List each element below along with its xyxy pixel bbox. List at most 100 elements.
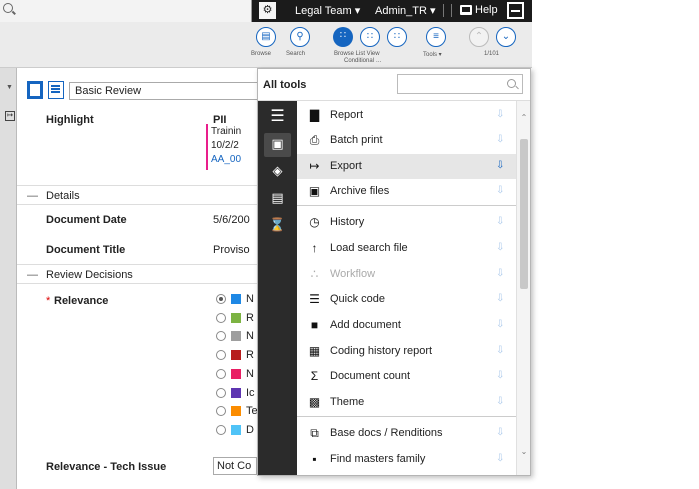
pin-icon[interactable]: ⇩ [496,369,504,382]
review-decisions-section-header[interactable]: — Review Decisions [17,264,257,284]
pin-icon[interactable]: ⇩ [496,159,504,172]
tool-item-document-count[interactable]: Σ Document count ⇩ [297,364,516,389]
highlight-label: Highlight [46,114,94,126]
group-menu[interactable]: Legal Team ▾ [295,4,360,17]
form-edit-icon[interactable] [48,81,64,99]
tool-item-archive-files[interactable]: ▣ Archive files ⇩ [297,179,516,204]
pii-label: PII [213,114,227,126]
relevance-color-swatch [231,294,241,304]
tool-item-load-search-file[interactable]: ↑ Load search file ⇩ [297,236,516,261]
left-gutter: ▼ ↦ [0,68,17,489]
next-button[interactable]: ⌄ [496,27,516,47]
scroll-down-icon[interactable]: ⌄ [519,447,529,457]
app-window: ⚙ Legal Team ▾ Admin_TR ▾ Help ▤ Browse … [0,0,699,489]
document-icon[interactable]: ▤ [264,187,291,211]
divider [451,4,452,17]
relevance-option-label: N [246,367,254,380]
relevance-radio[interactable] [216,312,226,323]
tool-label: Quick code [330,293,386,305]
pin-icon[interactable]: ⇩ [496,215,504,228]
tool-item-workflow[interactable]: ∴ Workflow ⇩ [297,262,516,287]
tool-label: Find masters family [330,453,426,465]
tools-label[interactable]: Tools ▾ [423,51,442,58]
coding-form-select[interactable]: Basic Review [69,82,259,100]
panel-toggle-button[interactable] [507,2,524,19]
form-view-icon[interactable] [27,81,43,99]
tool-item-add-document[interactable]: ■ Add document ⇩ [297,313,516,338]
tools-button[interactable]: ≡ [426,27,446,47]
global-search-input[interactable] [0,0,252,22]
details-section-label: Details [46,190,80,202]
pin-icon[interactable]: ⇩ [496,426,504,439]
relevance-radio[interactable] [216,368,226,379]
pii-line: Trainin [211,126,242,137]
tool-label: Workflow [330,268,376,280]
help-link[interactable]: Help [475,4,498,16]
scroll-up-icon[interactable]: ⌃ [519,113,529,123]
details-section-header[interactable]: — Details [17,185,257,205]
relevance-option-label: Ic [246,386,255,399]
search-button[interactable]: ⚲ [290,27,310,47]
pin-icon[interactable]: ⇩ [496,395,504,408]
search-icon: ⚲ [296,31,304,42]
tools-search-input[interactable] [397,74,523,94]
all-tools-title: All tools [263,79,307,91]
workflow-icon: ∴ [310,267,319,281]
relevance-radio[interactable] [216,331,226,342]
coding-form-header: Basic Review [17,79,259,105]
relevance-option-label: N [246,330,254,343]
relevance-radio[interactable] [216,406,226,417]
conditional-view-button[interactable]: ∷ [387,27,407,47]
upload-icon[interactable]: ▣ [264,133,291,157]
pin-icon[interactable]: ⇩ [496,108,504,121]
tool-item-base-docs-renditions[interactable]: ⧉ Base docs / Renditions ⇩ [297,421,516,446]
tool-item-batch-print[interactable]: ⎙ Batch print ⇩ [297,128,516,153]
relevance-color-swatch [231,331,241,342]
relevance-radio[interactable] [216,294,226,304]
tool-label: Add document [330,319,401,331]
tool-label: Archive files [330,185,390,197]
hourglass-icon[interactable]: ⌛ [264,214,291,238]
load-search-icon: ↑ [311,241,318,255]
tool-item-find-masters-family[interactable]: ▪ Find masters family ⇩ [297,447,516,472]
previous-button[interactable]: ⌃ [469,27,489,47]
relevance-radio[interactable] [216,424,226,435]
pin-icon[interactable]: ⇩ [496,241,504,254]
browse-button[interactable]: ▤ [256,27,276,47]
tool-item-export[interactable]: ↦ Export ⇩ [297,154,516,179]
pin-icon[interactable]: ⇩ [496,267,504,280]
tool-item-quick-code[interactable]: ☰ Quick code ⇩ [297,287,516,312]
relevance-radio[interactable] [216,387,226,398]
scrollbar-thumb[interactable] [520,139,528,289]
add-document-icon: ■ [310,318,319,332]
layers-icon[interactable]: ◈ [264,160,291,184]
user-menu[interactable]: Admin_TR ▾ [375,4,436,17]
relevance-color-swatch [231,406,241,417]
tool-item-report[interactable]: ▇ Report ⇩ [297,103,516,128]
tool-item-coding-history-report[interactable]: ▦ Coding history report ⇩ [297,339,516,364]
tools-scrollbar[interactable]: ⌃ ⌄ [516,101,530,475]
tool-label: Report [330,109,364,121]
settings-gear-button[interactable]: ⚙ [259,2,276,19]
pin-icon[interactable]: ⇩ [496,133,504,146]
list-view-button[interactable]: ∷ [360,27,380,47]
tools-icon: ≡ [433,31,439,42]
browse-view-button[interactable]: ∷ [333,27,353,47]
tool-item-theme[interactable]: ▩ Theme ⇩ [297,390,516,415]
browse-icon: ▤ [261,31,271,42]
pin-icon[interactable]: ⇩ [496,452,504,465]
pin-icon[interactable]: ⇩ [496,292,504,305]
pii-link[interactable]: AA_00 [211,154,241,165]
menu-icon[interactable]: ☰ [264,106,291,130]
tool-label: Batch print [330,134,383,146]
relevance-radio[interactable] [216,350,226,361]
chevron-down-icon[interactable]: ▼ [6,84,13,91]
pin-icon[interactable]: ⇩ [496,318,504,331]
tech-issue-select[interactable]: Not Co [213,457,257,475]
tech-issue-label: Relevance - Tech Issue [46,461,167,473]
pin-icon[interactable]: ⇩ [496,184,504,197]
relevance-label: Relevance [54,295,109,307]
tool-item-history[interactable]: ◷ History ⇩ [297,210,516,235]
pin-icon[interactable]: ⇩ [496,344,504,357]
exit-icon[interactable]: ↦ [5,111,15,121]
